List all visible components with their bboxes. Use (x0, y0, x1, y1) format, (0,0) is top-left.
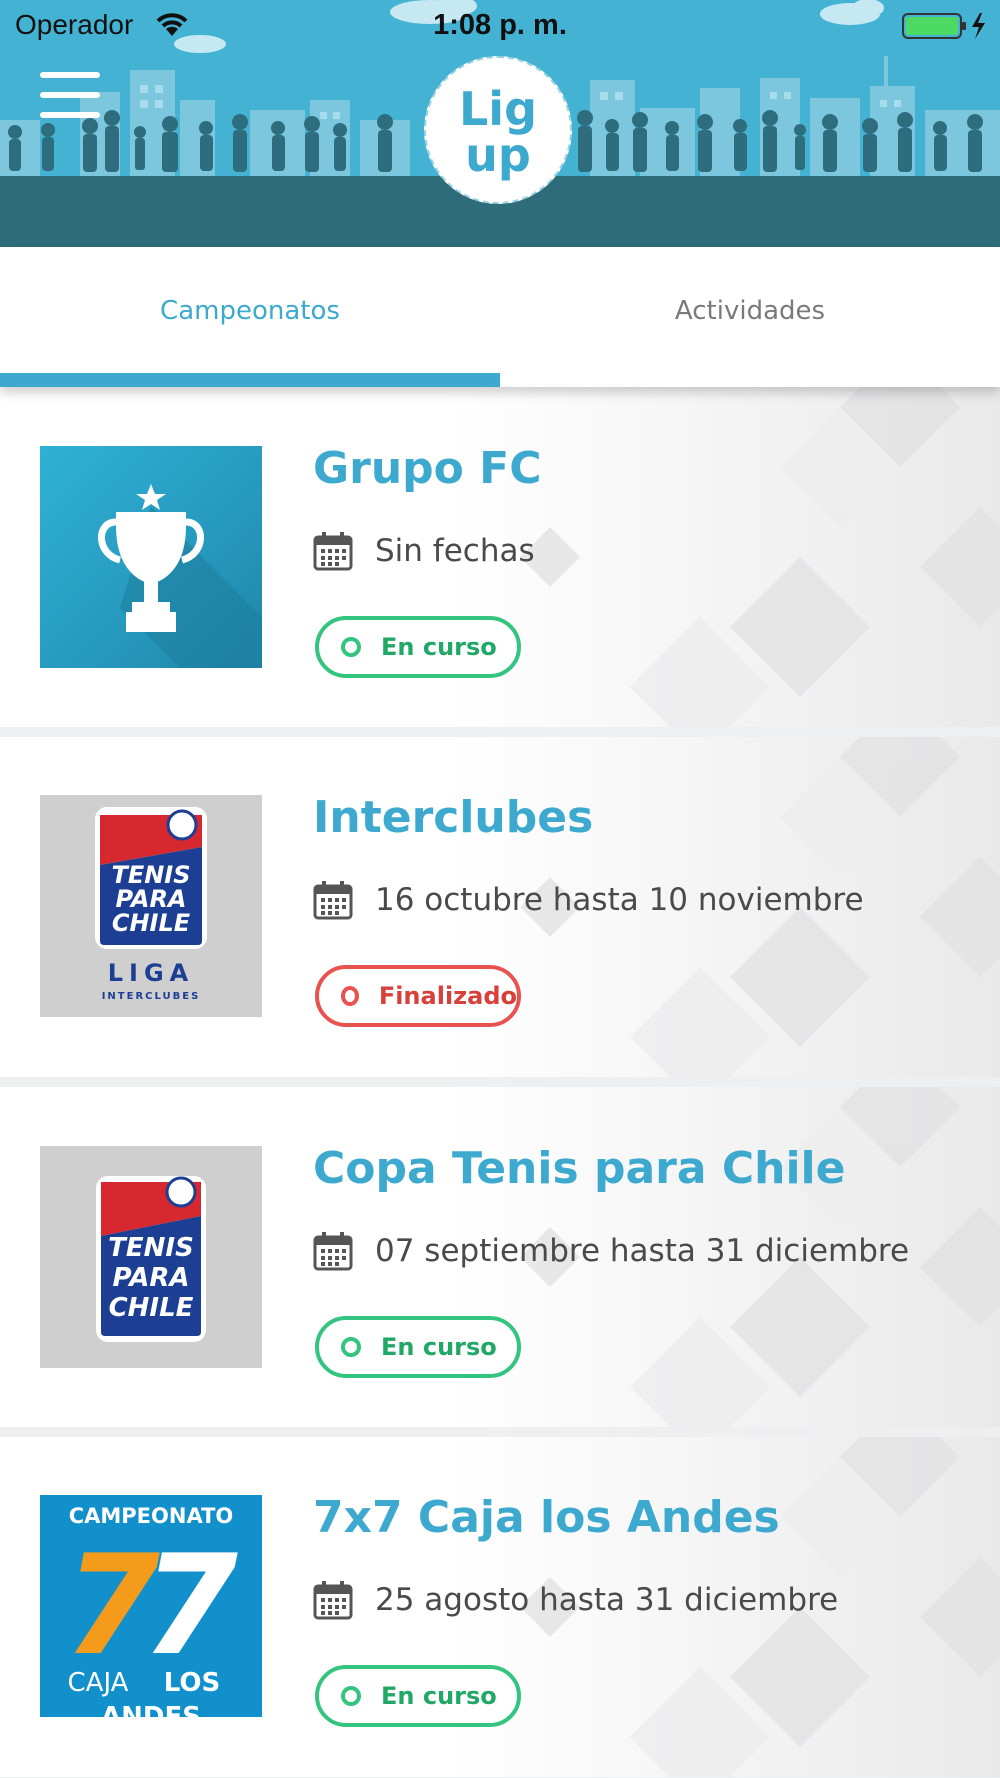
logo-text-chile: CHILE (112, 909, 191, 937)
logo-text-interclubes: INTERCLUBES (102, 991, 201, 1002)
tournament-date-text: Sin fechas (375, 533, 535, 569)
tournament-dates: Sin fechas (313, 531, 535, 571)
tournament-dates: 07 septiembre hasta 31 diciembre (313, 1231, 909, 1271)
logo-text-andes: ANDES (101, 1702, 201, 1717)
logo-text-liga: LIGA (108, 959, 195, 987)
status-badge: En curso (315, 1316, 521, 1378)
calendar-icon (313, 1581, 353, 1620)
status-time: 1:08 p. m. (433, 9, 567, 41)
tenis-para-chile-logo: TENIS PARA CHILE (96, 1176, 206, 1342)
tournament-dates: 25 agosto hasta 31 diciembre (313, 1580, 838, 1620)
ligup-logo: Lig up (424, 56, 572, 204)
active-tab-indicator (0, 373, 500, 387)
tournament-card-copa-tenis-para-chile[interactable]: TENIS PARA CHILE Copa Tenis para Chile 0… (0, 1087, 1000, 1427)
status-dot-icon (341, 986, 359, 1006)
status-badge-label: Finalizado (378, 982, 517, 1010)
tournament-date-text: 16 octubre hasta 10 noviembre (375, 882, 864, 918)
logo-text-seven-right: 7 (142, 1525, 238, 1686)
status-dot-icon (341, 637, 361, 657)
status-badge: En curso (315, 616, 521, 678)
trophy-icon (98, 484, 262, 668)
tournament-title: 7x7 Caja los Andes (313, 1492, 780, 1543)
tab-actividades[interactable]: Actividades (500, 247, 1000, 387)
status-badge: Finalizado (315, 965, 521, 1027)
tab-campeonatos[interactable]: Campeonatos (0, 247, 500, 387)
status-badge-label: En curso (381, 633, 497, 661)
diamond-pattern-decoration (520, 387, 1000, 727)
tournament-title: Interclubes (313, 792, 594, 843)
calendar-icon (313, 881, 353, 920)
status-badge: En curso (315, 1665, 521, 1727)
calendar-icon (313, 1232, 353, 1271)
tenis-para-chile-liga-logo: TENIS PARA CHILE LIGA INTERCLUBES (95, 807, 207, 1002)
hamburger-menu-button[interactable] (36, 68, 106, 124)
tournament-title: Copa Tenis para Chile (313, 1143, 846, 1194)
logo-text-tenis: TENIS (108, 1233, 194, 1263)
tournament-list[interactable]: Grupo FC Sin fechas En curso TENIS PARA … (0, 387, 1000, 1778)
campeonato-7x7-logo: CAMPEONATO 7 7 CAJA LOS ANDES (64, 1504, 238, 1717)
tournament-image-campeonato-7x7: CAMPEONATO 7 7 CAJA LOS ANDES (40, 1495, 262, 1717)
status-dot-icon (341, 1337, 361, 1357)
tournament-image-liga-interclubes: TENIS PARA CHILE LIGA INTERCLUBES (40, 795, 262, 1017)
logo-text-para: PARA (113, 1263, 190, 1293)
svg-text:up: up (465, 128, 531, 182)
calendar-icon (313, 532, 353, 571)
tournament-dates: 16 octubre hasta 10 noviembre (313, 880, 864, 920)
tournament-image-tenis-para-chile: TENIS PARA CHILE (40, 1146, 262, 1368)
tournament-card-grupo-fc[interactable]: Grupo FC Sin fechas En curso (0, 387, 1000, 727)
logo-text-caja: CAJA (68, 1668, 129, 1698)
tournament-image-trophy (40, 446, 262, 668)
battery-charging-icon (902, 13, 985, 39)
tournament-card-interclubes[interactable]: TENIS PARA CHILE LIGA INTERCLUBES Interc… (0, 737, 1000, 1077)
status-dot-icon (341, 1686, 361, 1706)
logo-text-los: LOS (164, 1668, 220, 1698)
status-badge-label: En curso (381, 1333, 497, 1361)
ligup-logo-mark: Lig up (459, 82, 537, 182)
tournament-date-text: 25 agosto hasta 31 diciembre (375, 1582, 839, 1618)
tab-bar: Campeonatos Actividades (0, 247, 1000, 387)
tournament-date-text: 07 septiembre hasta 31 diciembre (375, 1233, 910, 1269)
app-header: Operador 1:08 p. m. Lig up (0, 0, 1000, 247)
tournament-title: Grupo FC (313, 443, 542, 494)
tournament-card-7x7-caja-los-andes[interactable]: CAMPEONATO 7 7 CAJA LOS ANDES 7x7 Caja l… (0, 1437, 1000, 1777)
logo-text-chile: CHILE (109, 1293, 194, 1323)
status-badge-label: En curso (381, 1682, 497, 1710)
status-bar: Operador 1:08 p. m. (0, 0, 1000, 52)
